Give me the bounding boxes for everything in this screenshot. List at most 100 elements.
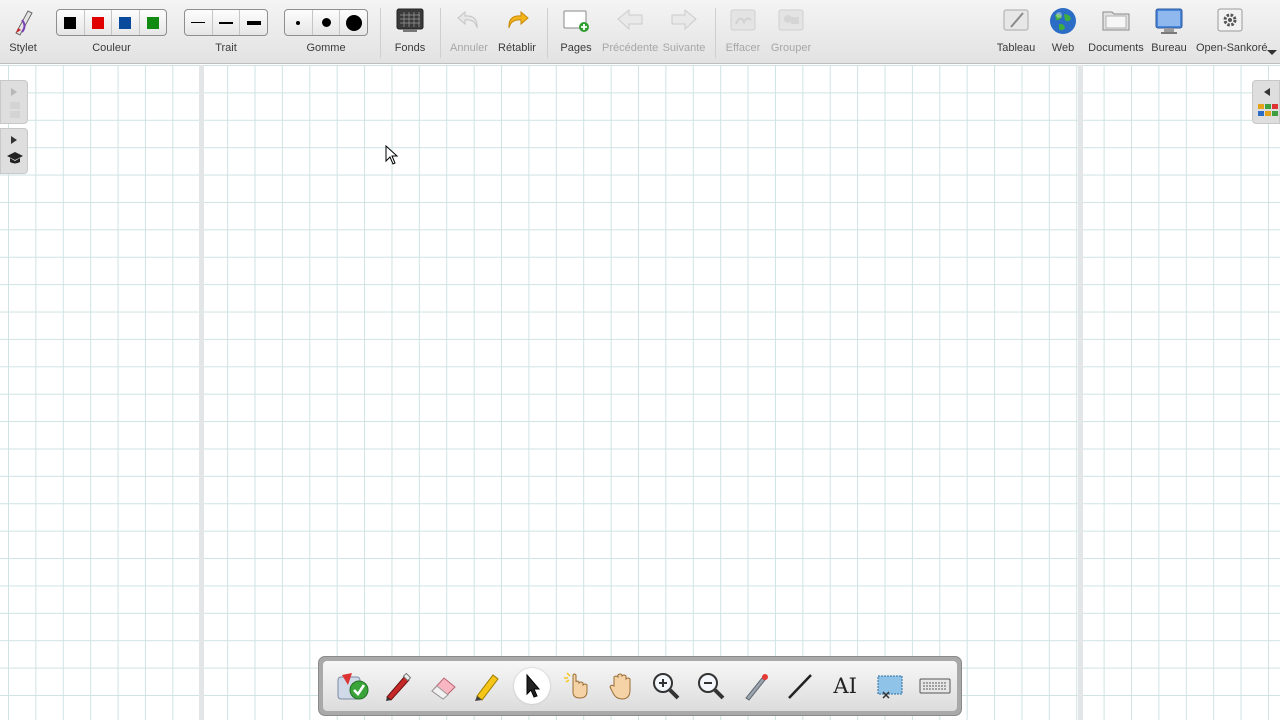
capture-icon (877, 675, 903, 699)
suivante-label: Suivante (662, 42, 706, 54)
open-sankore-label: Open-Sankoré (1196, 42, 1268, 54)
documents-label: Documents (1088, 42, 1144, 54)
separator (380, 8, 381, 58)
expand-arrow-icon (11, 88, 17, 96)
line-icon (788, 674, 813, 699)
tableau-button[interactable]: Tableau (994, 0, 1038, 64)
line-thin-button[interactable] (185, 10, 213, 35)
stylet-pen-icon (15, 10, 33, 36)
capture-tool-button[interactable] (868, 664, 913, 708)
chevron-down-icon[interactable] (1266, 49, 1278, 57)
left-page-panel-tab[interactable] (0, 80, 28, 124)
fonds-label: Fonds (394, 42, 426, 54)
add-page-icon (563, 10, 589, 32)
keyboard-icon (919, 678, 951, 694)
pen-tool-button[interactable] (376, 664, 421, 708)
whiteboard-canvas[interactable] (0, 65, 1280, 720)
effacer-label: Effacer (725, 42, 761, 54)
page-left-edge (199, 65, 204, 720)
color-blue-button[interactable] (112, 10, 140, 35)
web-button[interactable]: Web (1042, 0, 1084, 64)
highlighter-tool-button[interactable] (465, 664, 510, 708)
eraser-size-selector (284, 9, 368, 36)
zoom-out-button[interactable] (689, 664, 734, 708)
fonds-button[interactable]: Fonds (387, 0, 433, 64)
laser-pointer-button[interactable] (733, 664, 778, 708)
suivante-button[interactable]: Suivante (660, 0, 708, 64)
desktop-monitor-icon (1155, 8, 1183, 34)
open-sankore-button[interactable]: Open-Sankoré (1196, 0, 1268, 64)
globe-icon (1050, 8, 1076, 34)
retablir-label: Rétablir (498, 42, 536, 54)
gear-settings-icon (1217, 8, 1243, 32)
color-selector (56, 9, 167, 36)
folder-icon (1102, 11, 1130, 31)
zoom-in-icon (653, 673, 680, 700)
mouse-cursor-icon (385, 145, 399, 165)
selection-tool-button[interactable] (514, 668, 551, 704)
text-icon: AI (833, 674, 857, 698)
zoom-out-icon (698, 673, 725, 700)
pan-hand-icon (609, 673, 631, 700)
annuler-label: Annuler (450, 42, 488, 54)
eraser-medium-button[interactable] (313, 10, 341, 35)
laser-pointer-icon (745, 674, 768, 701)
eraser-icon (430, 677, 456, 700)
documents-button[interactable]: Documents (1088, 0, 1144, 64)
pages-label: Pages (560, 42, 592, 54)
group-objects-icon (778, 9, 804, 31)
gomme-group: Gomme (284, 0, 368, 64)
bureau-button[interactable]: Bureau (1146, 0, 1192, 64)
background-grid-icon (396, 8, 424, 32)
eraser-large-button[interactable] (340, 10, 367, 35)
pen-icon (386, 672, 412, 701)
color-black-button[interactable] (57, 10, 85, 35)
graduation-cap-icon (7, 152, 23, 164)
line-thick-button[interactable] (240, 10, 267, 35)
color-green-button[interactable] (140, 10, 167, 35)
right-library-panel-tab[interactable] (1252, 80, 1280, 124)
line-tool-button[interactable] (778, 664, 823, 708)
clear-page-icon (730, 9, 756, 31)
grouper-button[interactable]: Grouper (768, 0, 814, 64)
left-teacher-panel-tab[interactable] (0, 128, 28, 174)
page-right-edge (1078, 65, 1083, 720)
precedente-button[interactable]: Précédente (602, 0, 658, 64)
stylet-button[interactable]: Stylet (0, 0, 46, 64)
pages-button[interactable]: Pages (554, 0, 598, 64)
separator (547, 8, 548, 58)
retablir-button[interactable]: Rétablir (495, 0, 539, 64)
undo-icon (457, 10, 478, 29)
precedente-label: Précédente (602, 42, 659, 54)
eraser-tool-button[interactable] (420, 664, 465, 708)
library-icon (1258, 104, 1278, 116)
annuler-button[interactable]: Annuler (447, 0, 491, 64)
virtual-keyboard-button[interactable] (912, 664, 957, 708)
pointer-tools-icon (337, 673, 369, 700)
selection-arrow-icon (526, 673, 541, 698)
previous-arrow-icon (617, 8, 643, 31)
separator (715, 8, 716, 58)
stylet-label: Stylet (9, 42, 37, 54)
grouper-label: Grouper (770, 42, 812, 54)
couleur-label: Couleur (92, 42, 131, 54)
interact-tool-button[interactable] (555, 664, 600, 708)
text-tool-button[interactable]: AI (823, 664, 868, 708)
highlighter-icon (475, 674, 500, 701)
effacer-button[interactable]: Effacer (720, 0, 766, 64)
trait-label: Trait (215, 42, 237, 54)
pan-tool-button[interactable] (599, 664, 644, 708)
expand-arrow-icon (11, 136, 17, 144)
pointer-tools-button[interactable] (331, 664, 376, 708)
separator (440, 8, 441, 58)
zoom-in-button[interactable] (644, 664, 689, 708)
tool-dock: AI (318, 656, 962, 716)
next-arrow-icon (671, 8, 697, 31)
bureau-label: Bureau (1151, 42, 1187, 54)
collapse-arrow-icon (1264, 88, 1270, 96)
eraser-small-button[interactable] (285, 10, 313, 35)
color-red-button[interactable] (85, 10, 112, 35)
board-icon (1003, 9, 1029, 31)
pages-thumbnail-icon (10, 102, 20, 118)
line-medium-button[interactable] (213, 10, 241, 35)
